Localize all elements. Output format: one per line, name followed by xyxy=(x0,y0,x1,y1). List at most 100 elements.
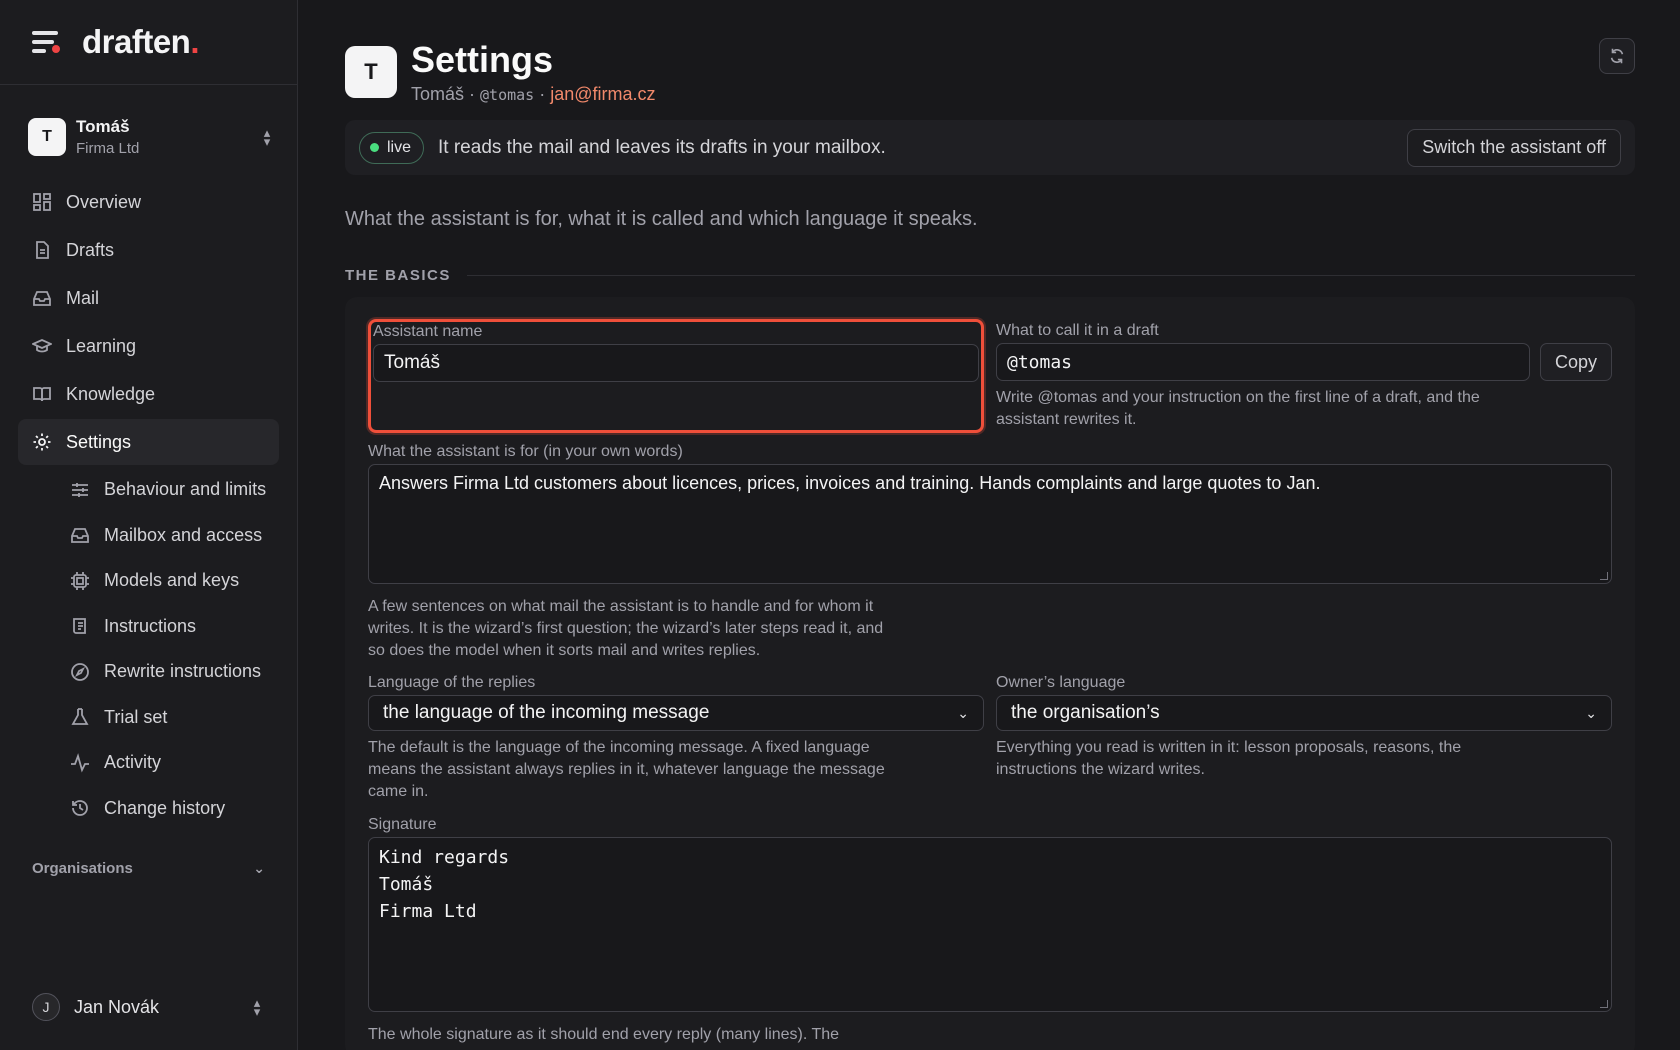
main-nav: Overview Drafts Mail Learning Knowledge … xyxy=(0,179,297,831)
nav-item-settings[interactable]: Settings xyxy=(18,419,279,465)
status-badge: live xyxy=(359,131,425,164)
refresh-icon xyxy=(1610,48,1624,64)
organisations-toggle[interactable]: Organisations ⌄ xyxy=(0,853,297,883)
call-name-input[interactable]: @tomas xyxy=(996,343,1530,381)
chevron-up-down-icon: ▴ ▾ xyxy=(253,995,261,1019)
assistant-switcher[interactable]: T Tomáš Firma Ltd ▴ ▾ xyxy=(28,115,277,159)
flask-icon xyxy=(71,708,89,726)
inbox-icon xyxy=(33,291,51,306)
organisations-label: Organisations xyxy=(32,859,133,877)
nav-item-knowledge[interactable]: Knowledge xyxy=(18,371,279,417)
status-bar: live It reads the mail and leaves its dr… xyxy=(345,120,1635,175)
nav-label: Settings xyxy=(66,431,132,452)
status-dot-icon xyxy=(370,143,379,152)
refresh-button[interactable] xyxy=(1599,38,1635,74)
organisation-name: Firma Ltd xyxy=(76,140,140,157)
subnav-mailbox-and-access[interactable]: Mailbox and access xyxy=(18,513,279,559)
scroll-icon xyxy=(73,618,86,635)
signature-line: Firma Ltd xyxy=(379,901,477,922)
status-badge-label: live xyxy=(387,138,412,156)
subnav-label: Mailbox and access xyxy=(104,524,263,545)
assistant-avatar: T xyxy=(28,118,66,156)
subnav-behaviour-and-limits[interactable]: Behaviour and limits xyxy=(18,467,279,513)
email-link[interactable]: jan@firma.cz xyxy=(550,84,655,104)
subnav-change-history[interactable]: Change history xyxy=(18,786,279,832)
menu-icon[interactable] xyxy=(32,31,60,53)
page-header: T Settings Tomáš · @tomas · jan@firma.cz xyxy=(345,38,1635,105)
switch-off-button[interactable]: Switch the assistant off xyxy=(1407,128,1621,167)
nav-label: Mail xyxy=(66,287,100,308)
reply-language-label: Language of the replies xyxy=(368,674,536,691)
separator: · xyxy=(464,83,481,104)
separator: · xyxy=(534,83,551,104)
reply-language-hint: The default is the language of the incom… xyxy=(368,739,885,800)
grid-icon xyxy=(33,193,51,211)
nav-item-mail[interactable]: Mail xyxy=(18,275,279,321)
history-icon xyxy=(72,800,88,817)
nav-item-drafts[interactable]: Drafts xyxy=(18,227,279,273)
compass-icon xyxy=(71,662,89,681)
nav-label: Drafts xyxy=(66,239,115,260)
owner-language-select[interactable]: the organisation’s ⌄ xyxy=(996,695,1612,731)
subnav-label: Trial set xyxy=(104,706,168,727)
copy-button[interactable]: Copy xyxy=(1539,343,1612,381)
page-subtitle: Tomáš · @tomas · jan@firma.cz xyxy=(411,84,656,105)
subtitle-handle: @tomas xyxy=(480,85,535,104)
assistant-name-input[interactable]: Tomáš xyxy=(373,344,979,382)
nav-label: Knowledge xyxy=(66,383,156,404)
chip-icon xyxy=(71,571,89,590)
subnav-trial-set[interactable]: Trial set xyxy=(18,695,279,741)
resize-handle-icon[interactable] xyxy=(1600,1000,1608,1008)
owner-language-hint: Everything you read is written in it: le… xyxy=(996,739,1462,778)
signature-line: Kind regards xyxy=(379,847,510,868)
section-heading: THE BASICS xyxy=(345,267,1635,284)
reply-language-select[interactable]: the language of the incoming message ⌄ xyxy=(368,695,984,731)
subnav-models-and-keys[interactable]: Models and keys xyxy=(18,558,279,604)
signature-label: Signature xyxy=(368,816,437,833)
avatar: J xyxy=(32,993,60,1021)
intro-text: What the assistant is for, what it is ca… xyxy=(345,208,978,230)
brand-bar: draften. xyxy=(0,0,297,85)
purpose-value: Answers Firma Ltd customers about licenc… xyxy=(379,473,1321,493)
purpose-label: What the assistant is for (in your own w… xyxy=(368,443,683,460)
purpose-hint: A few sentences on what mail the assista… xyxy=(368,598,884,659)
document-icon xyxy=(36,241,49,259)
basics-card: Assistant name Tomáš What to call it in … xyxy=(345,297,1635,1050)
subnav-instructions[interactable]: Instructions xyxy=(18,604,279,650)
call-name-label: What to call it in a draft xyxy=(996,322,1159,339)
call-name-hint: Write @tomas and your instruction on the… xyxy=(996,389,1480,428)
assistant-name: Tomáš xyxy=(76,117,130,136)
chevron-down-icon: ⌄ xyxy=(957,704,969,721)
page-title: Settings xyxy=(411,38,554,80)
resize-handle-icon[interactable] xyxy=(1600,572,1608,580)
divider xyxy=(466,275,1635,276)
signature-textarea[interactable]: Kind regards Tomáš Firma Ltd xyxy=(368,837,1612,1012)
section-title: THE BASICS xyxy=(345,267,451,284)
assistant-avatar: T xyxy=(345,46,397,98)
purpose-textarea[interactable]: Answers Firma Ltd customers about licenc… xyxy=(368,464,1612,584)
subnav-rewrite-instructions[interactable]: Rewrite instructions xyxy=(18,649,279,695)
subnav-label: Instructions xyxy=(104,615,197,636)
sliders-icon xyxy=(72,482,88,497)
inbox-icon xyxy=(71,528,89,544)
reply-language-value: the language of the incoming message xyxy=(383,702,710,723)
owner-language-value: the organisation’s xyxy=(1011,702,1160,723)
nav-item-overview[interactable]: Overview xyxy=(18,179,279,225)
logo[interactable]: draften. xyxy=(82,23,199,61)
subnav-label: Change history xyxy=(104,797,226,818)
nav-label: Overview xyxy=(66,191,142,212)
status-text: It reads the mail and leaves its drafts … xyxy=(438,136,886,158)
user-menu[interactable]: J Jan Novák ▴ ▾ xyxy=(32,990,267,1024)
signature-line: Tomáš xyxy=(379,874,434,895)
subnav-label: Behaviour and limits xyxy=(104,479,267,500)
assistant-name-label: Assistant name xyxy=(373,323,483,340)
subnav-activity[interactable]: Activity xyxy=(18,740,279,786)
user-name: Jan Novák xyxy=(74,996,160,1017)
nav-item-learning[interactable]: Learning xyxy=(18,323,279,369)
assistant-name-field-group: Assistant name Tomáš xyxy=(368,319,984,433)
subnav-label: Rewrite instructions xyxy=(104,661,262,682)
gear-icon xyxy=(33,433,51,451)
subnav-label: Models and keys xyxy=(104,570,240,591)
chevron-down-icon: ⌄ xyxy=(253,859,265,876)
graduation-cap-icon xyxy=(32,339,52,353)
